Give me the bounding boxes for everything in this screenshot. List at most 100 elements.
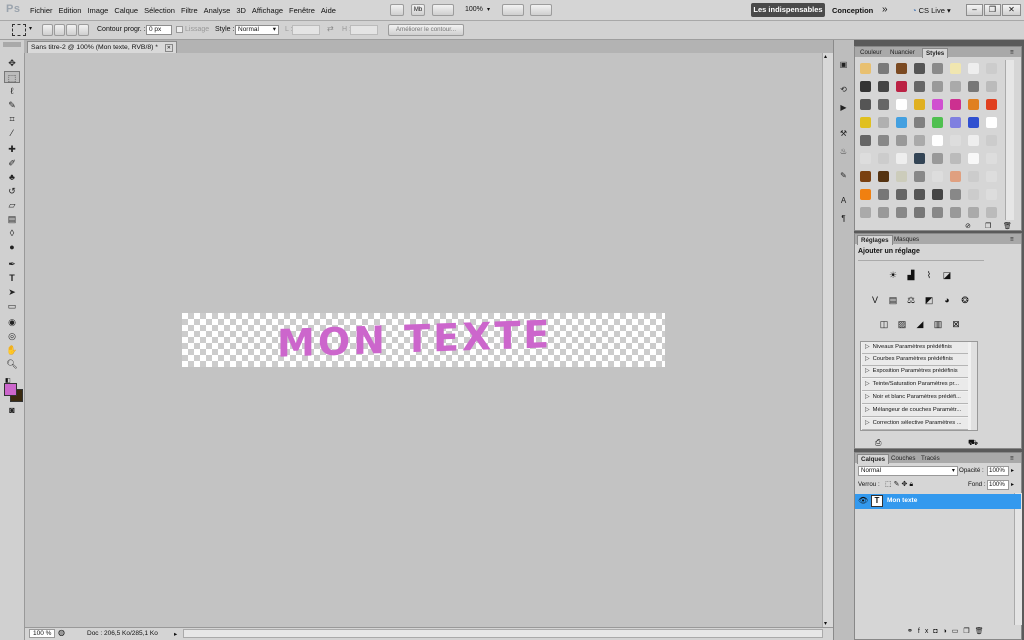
document-canvas[interactable]: MON TEXTE: [182, 312, 665, 367]
lock-options[interactable]: ⬚✎✥🔒︎: [885, 480, 915, 489]
path-selection-tool-icon[interactable]: ➤: [4, 286, 20, 298]
menu-fenetre[interactable]: Fenêtre: [289, 6, 321, 15]
style-swatch[interactable]: [893, 60, 910, 77]
new-layer-icon[interactable]: ❐: [963, 628, 974, 635]
style-swatch[interactable]: [875, 168, 892, 185]
extras-dropdown[interactable]: [432, 4, 454, 16]
cs-live-button[interactable]: ◔ CS Live ▾: [912, 6, 951, 15]
pen-tool-icon[interactable]: ✒: [4, 258, 20, 270]
shape-tool-icon[interactable]: ▭: [4, 300, 20, 312]
maximize-icon[interactable]: ❐: [984, 4, 1001, 16]
preset-channel-mixer[interactable]: ▷ Mélangeur de couches Paramètr...: [862, 405, 968, 417]
style-swatch[interactable]: [857, 78, 874, 95]
layer-style-icon[interactable]: fx: [918, 628, 933, 635]
preset-hue-saturation[interactable]: ▷ Teinte/Saturation Paramètres pr...: [862, 379, 968, 391]
clip-to-layer-icon[interactable]: ⎙: [875, 438, 881, 448]
style-swatch[interactable]: [929, 96, 946, 113]
style-swatch[interactable]: [983, 204, 1000, 221]
link-layers-icon[interactable]: ⚭: [907, 628, 918, 635]
style-swatch[interactable]: [893, 114, 910, 131]
tab-couleur[interactable]: Couleur: [857, 48, 885, 57]
3d-rotate-tool-icon[interactable]: ◉: [4, 316, 20, 328]
panel-menu-icon[interactable]: ≡: [1007, 235, 1017, 244]
zoom-level[interactable]: 100%: [465, 6, 483, 13]
menu-fichier[interactable]: Fichier: [30, 6, 59, 15]
style-swatch[interactable]: [875, 96, 892, 113]
style-swatch[interactable]: [911, 150, 928, 167]
fill-input[interactable]: 100%: [987, 480, 1009, 490]
tab-calques[interactable]: Calques: [857, 454, 890, 464]
screen-mode-icon[interactable]: [530, 4, 552, 16]
menu-image[interactable]: Image: [87, 6, 114, 15]
workspace-essentials-button[interactable]: Les indispensables: [751, 3, 825, 17]
chevron-down-icon[interactable]: ▾: [487, 6, 490, 13]
lock-pixels-icon[interactable]: ✎: [894, 481, 902, 488]
style-swatch[interactable]: [857, 186, 874, 203]
fill-slider-icon[interactable]: ▸: [1011, 481, 1014, 488]
lock-transparency-icon[interactable]: ⬚: [885, 481, 894, 488]
style-swatch[interactable]: [947, 204, 964, 221]
exposure-icon[interactable]: ◪: [941, 269, 953, 281]
menu-aide[interactable]: Aide: [321, 6, 342, 15]
swap-dimensions-icon[interactable]: ⇄: [327, 24, 334, 33]
horizontal-scrollbar[interactable]: [183, 629, 823, 638]
tab-traces[interactable]: Tracés: [918, 454, 943, 463]
tab-couches[interactable]: Couches: [888, 454, 918, 463]
style-swatch[interactable]: [929, 168, 946, 185]
tool-presets-panel-icon[interactable]: ⚒: [837, 128, 850, 139]
style-swatch[interactable]: [929, 132, 946, 149]
panel-menu-icon[interactable]: ≡: [1007, 454, 1017, 463]
posterize-icon[interactable]: ▨: [896, 318, 908, 330]
style-swatch[interactable]: [983, 96, 1000, 113]
style-select[interactable]: Normal ▾: [235, 25, 279, 35]
mini-bridge-icon[interactable]: Mb: [411, 4, 425, 16]
move-tool-icon[interactable]: ✥: [4, 57, 20, 69]
style-swatch[interactable]: [893, 204, 910, 221]
tab-reglages[interactable]: Réglages: [857, 235, 893, 245]
new-style-icon[interactable]: ❐: [985, 222, 991, 230]
style-swatch[interactable]: [983, 168, 1000, 185]
close-tab-icon[interactable]: ✕: [164, 44, 173, 52]
style-swatch[interactable]: [911, 204, 928, 221]
3d-orbit-tool-icon[interactable]: ◎: [4, 330, 20, 342]
style-swatch[interactable]: [875, 204, 892, 221]
add-mask-icon[interactable]: ◘: [933, 628, 942, 635]
arrange-documents-icon[interactable]: [502, 4, 524, 16]
delete-style-icon[interactable]: 🗑︎: [1003, 222, 1012, 230]
share-icon[interactable]: ◍: [58, 628, 65, 637]
style-swatch[interactable]: [965, 168, 982, 185]
style-swatch[interactable]: [947, 186, 964, 203]
quick-mask-icon[interactable]: ◙: [4, 404, 20, 416]
clear-style-icon[interactable]: ⊘: [965, 222, 971, 230]
presets-scrollbar[interactable]: [971, 342, 977, 430]
style-swatch[interactable]: [983, 60, 1000, 77]
type-tool-icon[interactable]: T: [4, 272, 20, 284]
zoom-tool-icon[interactable]: 🔍︎: [4, 358, 20, 370]
vibrance-icon[interactable]: V: [869, 294, 881, 306]
style-swatch[interactable]: [965, 114, 982, 131]
style-swatch[interactable]: [911, 132, 928, 149]
style-swatch[interactable]: [929, 114, 946, 131]
bridge-icon[interactable]: [390, 4, 404, 16]
style-swatch[interactable]: [911, 78, 928, 95]
preset-curves[interactable]: ▷ Courbes Paramètres prédéfinis: [862, 354, 968, 366]
style-swatch[interactable]: [875, 150, 892, 167]
menu-selection[interactable]: Sélection: [144, 6, 181, 15]
paragraph-panel-icon[interactable]: ¶: [837, 213, 850, 224]
style-swatch[interactable]: [857, 60, 874, 77]
style-swatch[interactable]: [947, 168, 964, 185]
levels-icon[interactable]: ▟: [905, 269, 917, 281]
hand-tool-icon[interactable]: ✋: [4, 344, 20, 356]
menu-filtre[interactable]: Filtre: [181, 6, 204, 15]
new-group-icon[interactable]: ▭: [952, 628, 964, 635]
crop-tool-icon[interactable]: ⌗: [4, 113, 20, 125]
tab-masques[interactable]: Masques: [891, 235, 922, 244]
status-menu-icon[interactable]: ▸: [174, 630, 177, 638]
preset-levels[interactable]: ▷ Niveaux Paramètres prédéfinis: [862, 342, 968, 354]
preset-selective-color[interactable]: ▷ Correction sélective Paramètres ...: [862, 418, 968, 430]
add-selection-icon[interactable]: [54, 24, 65, 36]
preset-exposure[interactable]: ▷ Exposition Paramètres prédéfinis: [862, 366, 968, 378]
status-zoom-field[interactable]: 100 %: [29, 629, 56, 638]
style-swatch[interactable]: [929, 60, 946, 77]
marquee-preset-icon[interactable]: [12, 24, 26, 36]
